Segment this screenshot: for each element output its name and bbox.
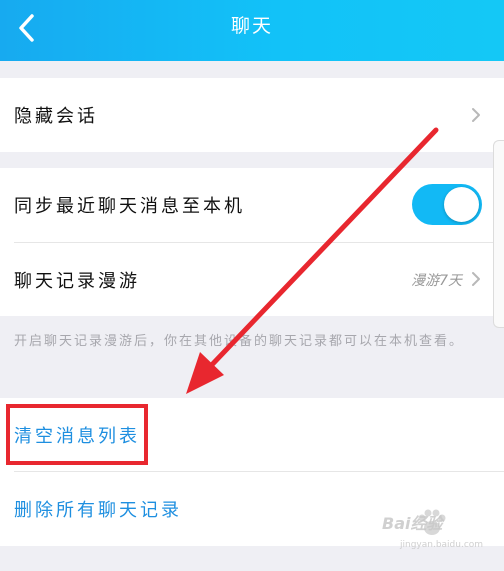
annotation-arrow-icon (186, 127, 439, 394)
watermark-subtext: jingyan.baidu.com (400, 540, 484, 550)
watermark-text: Bai经验 (382, 514, 443, 533)
